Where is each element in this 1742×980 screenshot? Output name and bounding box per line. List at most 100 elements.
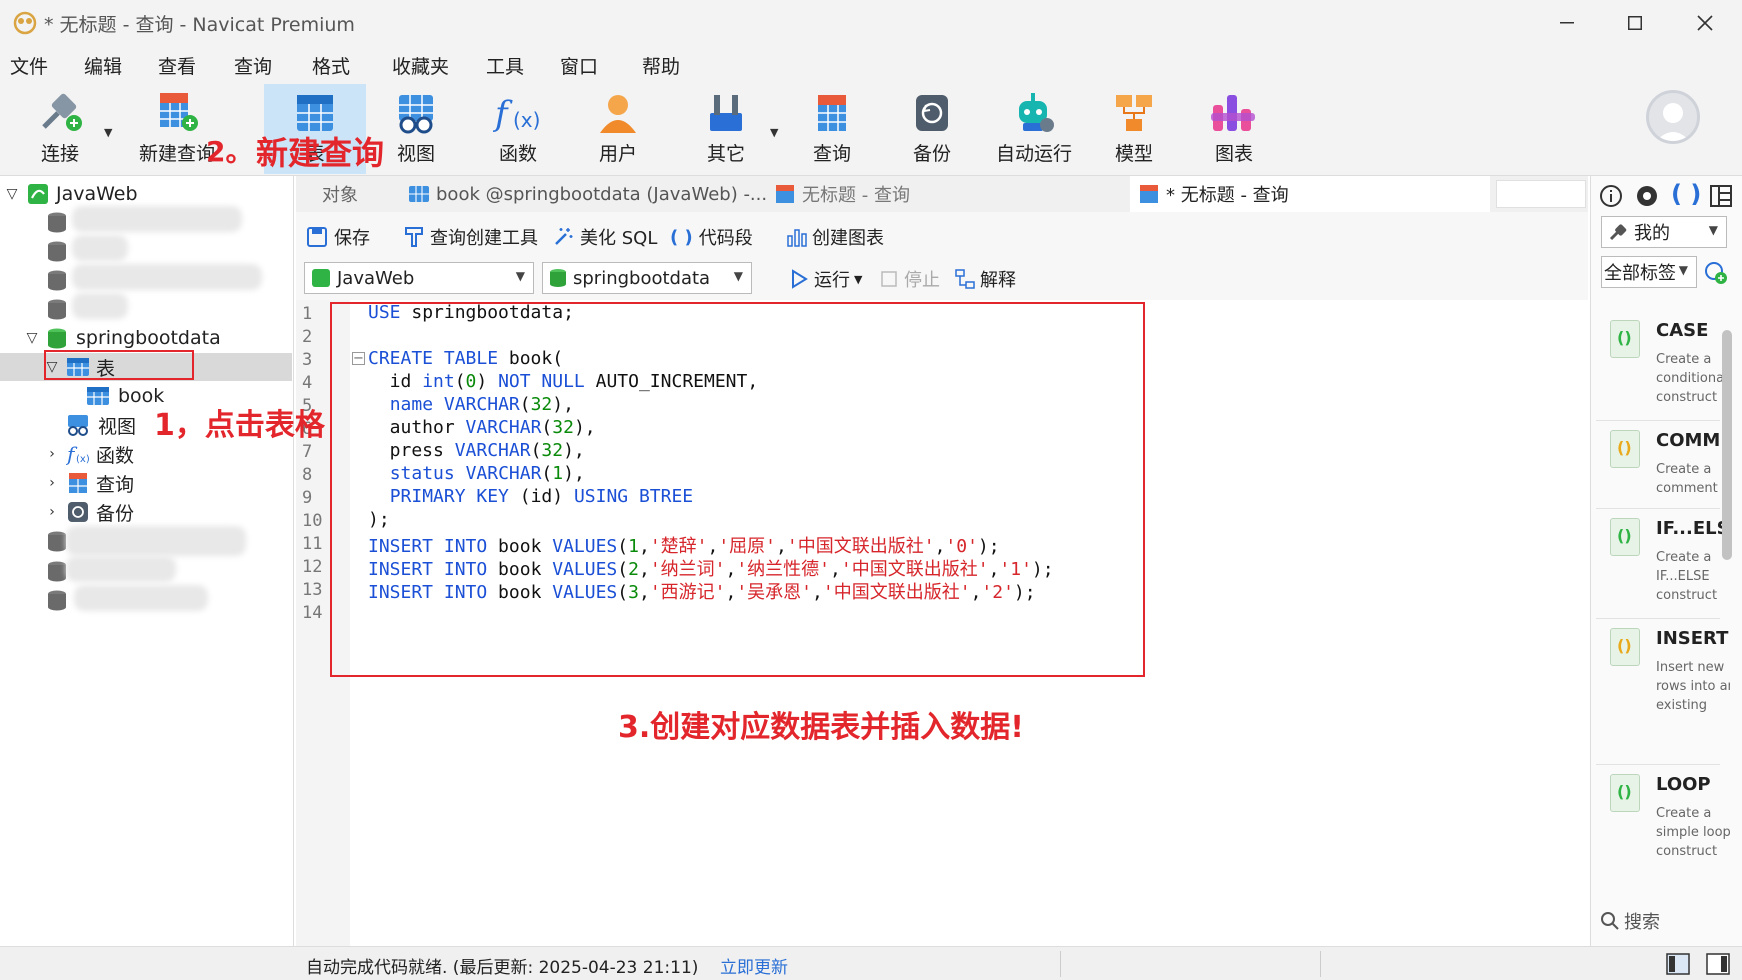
- close-button[interactable]: [1680, 6, 1730, 40]
- navicat-app-icon: [13, 11, 37, 35]
- connection-select-value: JavaWeb: [337, 267, 415, 289]
- tab-untitled-query-2[interactable]: * 无标题 - 查询: [1130, 176, 1490, 212]
- query-label: 查询: [812, 143, 851, 165]
- annotation-box-editor: [330, 302, 1145, 677]
- tab-book-table[interactable]: book @springbootdata (JavaWeb) -...: [400, 176, 775, 212]
- create-chart-label: 创建图表: [812, 228, 884, 249]
- snippet-item[interactable]: () COMMENT Create a comment: [1598, 430, 1730, 520]
- tab-objects[interactable]: 对象: [314, 176, 366, 212]
- user-label: 用户: [598, 143, 637, 165]
- minimize-button[interactable]: [1542, 6, 1592, 40]
- menu-help[interactable]: 帮助: [642, 52, 680, 79]
- automation-label: 自动运行: [995, 143, 1072, 165]
- snippet-file-icon: (): [1610, 320, 1640, 358]
- panel-left-toggle-icon[interactable]: [1666, 953, 1690, 975]
- info-icon[interactable]: [1599, 184, 1623, 208]
- snippet-search[interactable]: 搜索: [1600, 908, 1660, 934]
- database-select[interactable]: springbootdata ▼: [542, 262, 752, 294]
- chevron-right-icon[interactable]: ›: [44, 504, 60, 520]
- snippet-tab-icon[interactable]: ( ): [1671, 180, 1701, 208]
- model-button[interactable]: 模型: [1094, 84, 1174, 174]
- snippet-description: Create a IF...ELSE construct: [1656, 550, 1718, 603]
- tree-connection-javaweb[interactable]: ▽ JavaWeb: [0, 180, 292, 208]
- tree-queries-node[interactable]: › 查询: [0, 469, 292, 497]
- query-toolbar: 保存 查询创建工具 美化 SQL ( ) 代码段 创建图表 JavaWeb ▼ …: [296, 212, 1588, 300]
- tree-functions-node[interactable]: › f (x) 函数: [0, 440, 292, 468]
- menu-window[interactable]: 窗口: [560, 52, 598, 79]
- menu-file[interactable]: 文件: [10, 52, 48, 79]
- chevron-right-icon[interactable]: ›: [44, 446, 60, 462]
- svg-text:(x): (x): [76, 454, 90, 465]
- menu-favorites[interactable]: 收藏夹: [392, 52, 449, 79]
- chevron-right-icon[interactable]: ›: [44, 475, 60, 491]
- view-button[interactable]: 视图: [376, 84, 456, 174]
- tree-database-springbootdata[interactable]: ▽ springbootdata: [0, 324, 292, 352]
- query-button[interactable]: 查询: [792, 84, 872, 174]
- snippet-owner-select[interactable]: 我的 ▼: [1601, 216, 1727, 248]
- code-snippet-button[interactable]: ( ) 代码段: [670, 224, 753, 250]
- other-dropdown-caret-icon[interactable]: ▼: [770, 126, 778, 139]
- explain-label: 解释: [980, 270, 1016, 291]
- document-tab-bar: 对象 book @springbootdata (JavaWeb) -... 无…: [296, 176, 1588, 212]
- menu-tools[interactable]: 工具: [486, 52, 524, 79]
- chevron-down-icon: ▼: [733, 269, 743, 283]
- query-builder-button[interactable]: 查询创建工具: [404, 224, 538, 250]
- preview-icon[interactable]: [1635, 184, 1659, 208]
- model-label: 模型: [1114, 143, 1153, 165]
- snippet-item[interactable]: () INSERT Insert new rows into an existing…: [1598, 628, 1730, 718]
- backup-button[interactable]: 备份: [892, 84, 972, 174]
- snippet-scrollbar[interactable]: [1722, 330, 1732, 560]
- beautify-sql-button[interactable]: 美化 SQL: [552, 224, 657, 250]
- menu-format[interactable]: 格式: [312, 52, 350, 79]
- create-chart-button[interactable]: 创建图表: [786, 224, 884, 250]
- snippet-title: INSERT: [1656, 628, 1729, 649]
- automation-button[interactable]: 自动运行: [986, 84, 1082, 174]
- run-label: 运行: [814, 270, 850, 291]
- chevron-down-icon[interactable]: ▽: [24, 330, 40, 346]
- tab-strip-blank: [1496, 180, 1586, 208]
- panel-right-toggle-icon[interactable]: [1706, 953, 1730, 975]
- model-icon: [1116, 95, 1152, 131]
- tree-backups-node[interactable]: › 备份: [0, 498, 292, 526]
- chart-icon: [1211, 95, 1255, 131]
- snippet-item[interactable]: () LOOP Create a simple loop construct: [1598, 774, 1730, 864]
- maximize-button[interactable]: [1610, 6, 1660, 40]
- stop-button[interactable]: 停止: [880, 266, 940, 292]
- update-now-link[interactable]: 立即更新: [720, 953, 788, 978]
- function-icon: f (x): [493, 94, 540, 134]
- view-icon: [399, 95, 433, 134]
- chart-button[interactable]: 图表: [1194, 84, 1274, 174]
- annotation-step2-number: 2。: [206, 135, 254, 168]
- user-button[interactable]: 用户: [578, 84, 658, 174]
- tab-untitled-query-1[interactable]: 无标题 - 查询: [766, 176, 918, 212]
- snippet-tag-select[interactable]: 全部标签 ▼: [1601, 256, 1697, 288]
- parentheses-icon: ( ): [670, 226, 693, 248]
- add-snippet-icon[interactable]: [1703, 260, 1729, 286]
- connection-select[interactable]: JavaWeb ▼: [304, 262, 534, 294]
- chevron-down-icon[interactable]: ▽: [4, 186, 20, 202]
- connect-button[interactable]: 连接: [20, 84, 100, 174]
- annotation-step1: 1，点击表格: [154, 408, 325, 443]
- query-icon: [776, 185, 794, 203]
- menu-edit[interactable]: 编辑: [84, 52, 122, 79]
- connect-dropdown-caret-icon[interactable]: ▼: [104, 126, 112, 139]
- user-avatar[interactable]: [1646, 90, 1700, 144]
- tab-book-label: book @springbootdata (JavaWeb) -...: [436, 183, 768, 205]
- menu-view[interactable]: 查看: [158, 52, 196, 79]
- snippet-item[interactable]: () IF...ELSE Create a IF...ELSE construct: [1598, 518, 1730, 608]
- beautify-sql-label: 美化 SQL: [580, 228, 658, 249]
- bar-chart-icon: [787, 229, 807, 247]
- run-button[interactable]: 运行 ▼: [790, 266, 862, 292]
- run-dropdown-caret-icon[interactable]: ▼: [854, 273, 862, 286]
- status-divider: [1320, 951, 1321, 977]
- menu-query[interactable]: 查询: [234, 52, 272, 79]
- save-button[interactable]: 保存: [306, 224, 370, 250]
- snippet-file-icon: (): [1610, 518, 1640, 556]
- layout-icon[interactable]: [1709, 184, 1733, 208]
- explain-button[interactable]: 解释: [954, 266, 1016, 292]
- function-button[interactable]: f (x) 函数: [478, 84, 558, 174]
- snippet-item[interactable]: () CASE Create a conditional construct: [1598, 320, 1730, 410]
- save-icon: [307, 227, 327, 247]
- snippet-file-icon: (): [1610, 628, 1640, 666]
- other-button[interactable]: 其它: [686, 84, 766, 174]
